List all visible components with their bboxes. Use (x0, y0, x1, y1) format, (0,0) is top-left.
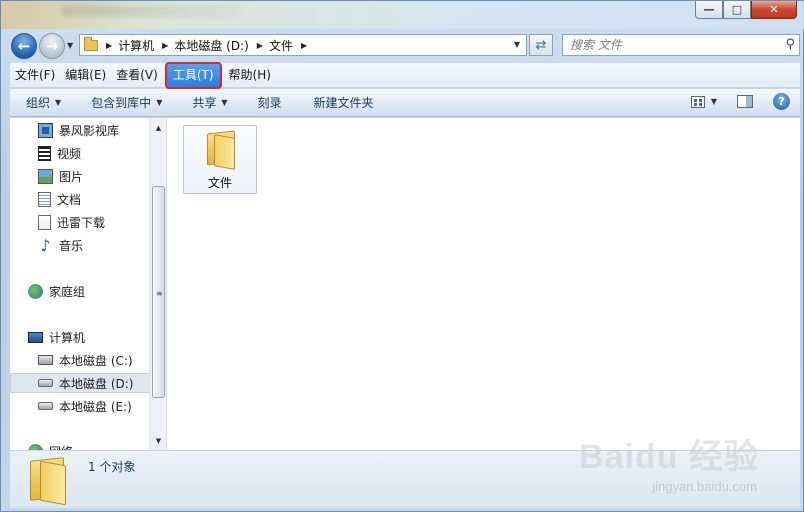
share-button[interactable]: 共享 ▼ (184, 94, 235, 111)
organize-button[interactable]: 组织 ▼ (18, 94, 69, 111)
drive-icon (38, 379, 53, 387)
folder-name: 文件 (207, 176, 232, 190)
preview-pane-icon[interactable] (737, 95, 753, 108)
toolbar-right: ▼ ? (690, 93, 790, 110)
address-dropdown[interactable]: ▼ (514, 40, 520, 49)
chevron-down-icon[interactable]: ▼ (711, 97, 717, 106)
include-in-library-button[interactable]: 包含到库中 ▼ (83, 94, 170, 111)
navigation-pane: 暴风影视库 视频 图片 文档 迅雷下载 ♪ 音乐 家庭组 计算机 本地磁盘 (C… (10, 118, 167, 450)
explorer-window: — □ ✕ ← → ▼ ▶ 计算机 ▶ 本地磁盘 (D:) ▶ 文件 ▶ ▼ ⇄… (0, 0, 804, 512)
breadcrumb-separator[interactable]: ▶ (162, 41, 168, 50)
nav-label: 本地磁盘 (E:) (59, 399, 132, 414)
breadcrumb-separator[interactable]: ▶ (301, 41, 307, 50)
chevron-down-icon: ▼ (221, 98, 228, 107)
nav-item-documents[interactable]: 文档 (38, 189, 166, 209)
scroll-down-icon[interactable]: ▼ (150, 433, 167, 449)
magnifier-icon[interactable]: ⚲ (785, 37, 795, 52)
back-button[interactable]: ← (11, 33, 37, 59)
nav-label: 视频 (57, 146, 82, 161)
menu-file[interactable]: 文件(F) (10, 63, 60, 88)
homegroup-icon (28, 283, 43, 299)
nav-item-downloads[interactable]: 迅雷下载 (38, 212, 166, 232)
organize-label: 组织 (26, 96, 51, 110)
nav-label: 本地磁盘 (C:) (59, 353, 133, 368)
library-icon (38, 122, 53, 138)
nav-item-network[interactable]: 网络 (28, 441, 166, 451)
scroll-up-icon[interactable]: ▲ (150, 120, 167, 136)
folder-icon (205, 132, 235, 166)
blurred-title (61, 5, 241, 17)
breadcrumb-separator[interactable]: ▶ (257, 41, 263, 50)
folder-item[interactable]: 文件 (183, 125, 257, 194)
nav-label: 本地磁盘 (D:) (59, 376, 134, 391)
nav-item-videos[interactable]: 视频 (38, 143, 166, 163)
share-label: 共享 (192, 96, 217, 110)
nav-label: 网络 (49, 443, 73, 451)
menu-help[interactable]: 帮助(H) (224, 63, 276, 88)
watermark-url: jingyan.baidu.com (652, 479, 757, 494)
question-icon[interactable]: ? (773, 93, 790, 110)
menu-edit[interactable]: 编辑(E) (60, 63, 111, 88)
document-icon (38, 191, 51, 207)
view-options-icon[interactable] (690, 95, 705, 108)
watermark-brand: Baidu 经验 (579, 438, 759, 476)
refresh-button[interactable]: ⇄ (529, 34, 553, 56)
chevron-down-icon: ▼ (55, 98, 62, 107)
menu-bar: 文件(F) 编辑(E) 查看(V) 工具(T) 帮助(H) (10, 61, 800, 89)
refresh-icon: ⇄ (535, 37, 547, 53)
nav-label: 图片 (59, 169, 84, 184)
nav-item-homegroup[interactable]: 家庭组 (28, 281, 166, 301)
nav-scrollbar[interactable]: ▲ ≡ ▼ (149, 118, 166, 450)
new-folder-button[interactable]: 新建文件夹 (306, 94, 382, 111)
folder-icon (84, 36, 98, 51)
grip-icon: ≡ (156, 289, 163, 298)
breadcrumb-separator[interactable]: ▶ (106, 41, 112, 50)
nav-item-pictures[interactable]: 图片 (38, 166, 166, 186)
breadcrumb-computer[interactable]: 计算机 (118, 37, 154, 54)
nav-item-computer[interactable]: 计算机 (28, 327, 166, 347)
forward-button[interactable]: → (39, 33, 65, 59)
nav-item-music[interactable]: ♪ 音乐 (38, 235, 166, 255)
nav-label: 家庭组 (49, 284, 86, 299)
music-note-icon: ♪ (40, 235, 51, 255)
search-input[interactable] (570, 38, 770, 52)
nav-label: 迅雷下载 (57, 215, 106, 230)
command-bar: 组织 ▼ 包含到库中 ▼ 共享 ▼ 刻录 新建文件夹 ▼ ? (10, 89, 800, 117)
address-bar[interactable]: ▶ 计算机 ▶ 本地磁盘 (D:) ▶ 文件 ▶ ▼ (79, 34, 527, 56)
nav-item-drive-e[interactable]: 本地磁盘 (E:) (38, 396, 166, 416)
menu-tools[interactable]: 工具(T) (164, 61, 222, 89)
system-drive-icon (38, 355, 53, 365)
nav-label: 音乐 (59, 238, 84, 253)
menu-view[interactable]: 查看(V) (111, 63, 163, 88)
chevron-down-icon: ▼ (156, 98, 163, 107)
folder-icon (30, 457, 66, 499)
title-bar (1, 1, 804, 29)
maximize-button[interactable]: □ (723, 1, 751, 19)
nav-item-library[interactable]: 暴风影视库 (38, 120, 166, 140)
nav-item-drive-d[interactable]: 本地磁盘 (D:) (10, 373, 160, 393)
recent-pages-dropdown[interactable]: ▼ (67, 41, 73, 50)
window-controls: — □ ✕ (695, 1, 797, 19)
minimize-button[interactable]: — (695, 1, 723, 19)
arrow-right-icon: → (45, 37, 59, 55)
breadcrumb-drive-d[interactable]: 本地磁盘 (D:) (174, 37, 248, 54)
breadcrumb-folder[interactable]: 文件 (269, 37, 293, 54)
nav-label: 暴风影视库 (59, 123, 120, 138)
search-box[interactable]: ⚲ (562, 34, 800, 56)
burn-button[interactable]: 刻录 (250, 94, 290, 111)
nav-label: 计算机 (49, 330, 86, 345)
include-in-library-label: 包含到库中 (91, 96, 152, 110)
drive-icon (38, 402, 53, 410)
video-icon (38, 145, 51, 161)
file-view: 文件 (167, 118, 800, 450)
scroll-thumb[interactable]: ≡ (152, 186, 165, 398)
close-button[interactable]: ✕ (751, 1, 797, 19)
arrow-left-icon: ← (17, 37, 31, 55)
picture-icon (38, 168, 53, 184)
nav-label: 文档 (57, 192, 82, 207)
computer-icon (28, 331, 43, 343)
download-icon (38, 214, 51, 230)
nav-item-drive-c[interactable]: 本地磁盘 (C:) (38, 350, 166, 370)
item-count: 1 个对象 (88, 460, 136, 474)
